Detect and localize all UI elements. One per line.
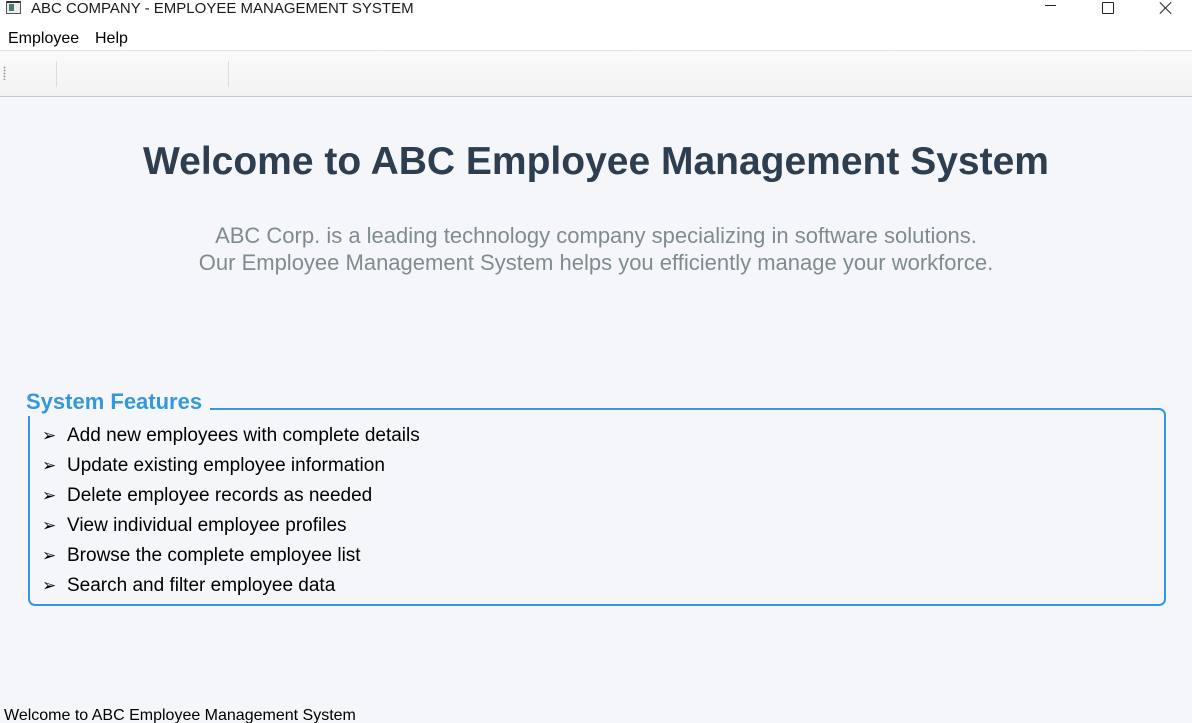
toolbar: [0, 51, 1192, 97]
close-button[interactable]: [1137, 0, 1192, 26]
arrow-right-icon: ➢: [42, 426, 57, 446]
feature-label: Update existing employee information: [67, 455, 385, 476]
menu-bar: Employee Help: [0, 26, 1192, 51]
toolbar-grip-handle[interactable]: [3, 66, 6, 80]
toolbar-separator: [228, 61, 229, 87]
menu-help[interactable]: Help: [95, 30, 128, 48]
menu-employee[interactable]: Employee: [8, 30, 79, 48]
minimize-icon: [1044, 4, 1056, 6]
feature-list-item: ➢ Delete employee records as needed: [42, 481, 420, 511]
company-description-line: ABC Corp. is a leading technology compan…: [215, 223, 977, 248]
arrow-right-icon: ➢: [42, 516, 57, 536]
arrow-right-icon: ➢: [42, 576, 57, 596]
feature-list-item: ➢ Search and filter employee data: [42, 571, 420, 601]
toolbar-separator: [56, 61, 57, 87]
feature-label: Add new employees with complete details: [67, 425, 420, 446]
features-list: ➢ Add new employees with complete detail…: [42, 421, 420, 601]
feature-list-item: ➢ View individual employee profiles: [42, 511, 420, 541]
maximize-icon: [1102, 2, 1114, 14]
feature-label: Search and filter employee data: [67, 575, 336, 596]
main-window: ABC COMPANY - EMPLOYEE MANAGEMENT SYSTEM…: [0, 0, 1192, 723]
arrow-right-icon: ➢: [42, 486, 57, 506]
feature-label: View individual employee profiles: [67, 515, 347, 536]
welcome-heading: Welcome to ABC Employee Management Syste…: [143, 140, 1049, 183]
welcome-panel: Welcome to ABC Employee Management Syste…: [0, 97, 1192, 703]
status-bar: Welcome to ABC Employee Management Syste…: [0, 703, 1192, 723]
maximize-button[interactable]: [1079, 0, 1137, 26]
feature-list-item: ➢ Update existing employee information: [42, 451, 420, 481]
feature-list-item: ➢ Add new employees with complete detail…: [42, 421, 420, 451]
feature-list-item: ➢ Browse the complete employee list: [42, 541, 420, 571]
arrow-right-icon: ➢: [42, 456, 57, 476]
close-icon: [1159, 1, 1173, 15]
app-window-icon[interactable]: [6, 1, 21, 14]
title-bar[interactable]: ABC COMPANY - EMPLOYEE MANAGEMENT SYSTEM: [0, 0, 1192, 26]
minimize-button[interactable]: [1021, 0, 1079, 26]
feature-label: Browse the complete employee list: [67, 545, 361, 566]
arrow-right-icon: ➢: [42, 546, 57, 566]
company-description-line: Our Employee Management System helps you…: [198, 250, 994, 275]
features-group-title: System Features: [20, 388, 211, 416]
window-title: ABC COMPANY - EMPLOYEE MANAGEMENT SYSTEM: [31, 0, 414, 17]
feature-label: Delete employee records as needed: [67, 485, 373, 506]
status-message: Welcome to ABC Employee Management Syste…: [4, 707, 356, 723]
